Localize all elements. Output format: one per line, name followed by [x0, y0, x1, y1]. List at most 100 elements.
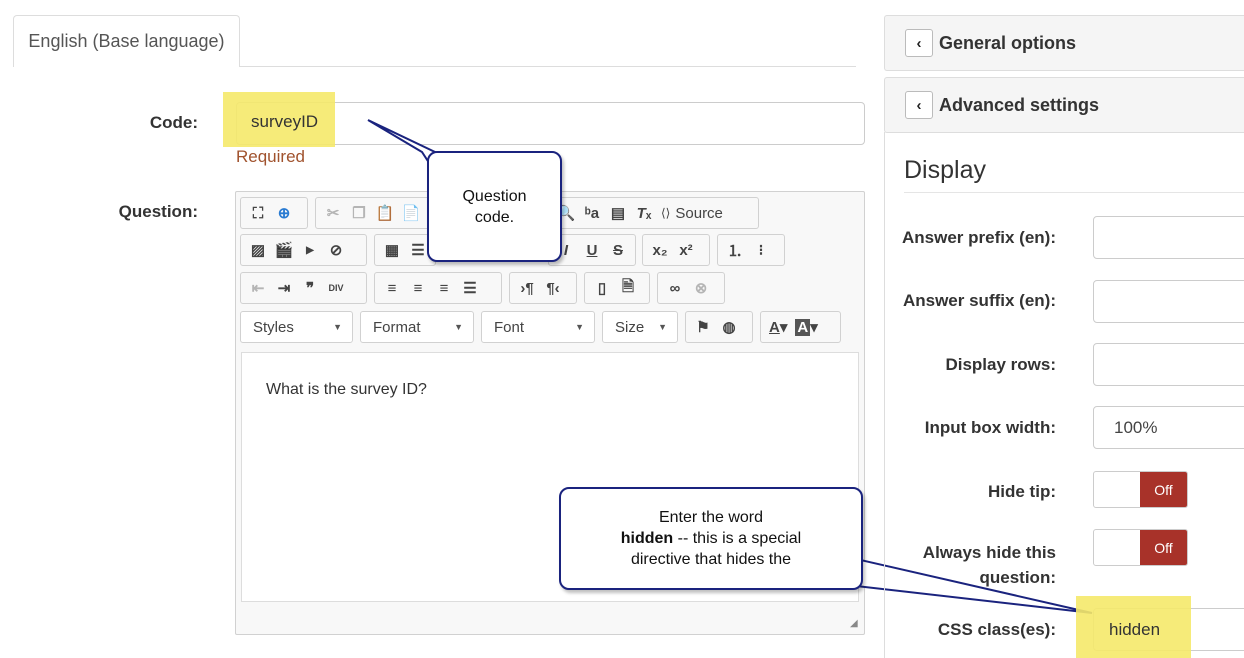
paste-icon[interactable]: 📋 — [372, 200, 398, 226]
align-left-icon[interactable]: ≡ — [379, 275, 405, 301]
display-heading: Display — [904, 156, 986, 184]
video-icon[interactable]: 🎬 — [271, 237, 297, 263]
callout-line: hidden -- this is a special — [561, 528, 861, 549]
paste-text-icon[interactable]: 📄 — [398, 200, 424, 226]
answer-suffix-label: Answer suffix (en): — [902, 291, 1056, 310]
question-text: What is the survey ID? — [266, 381, 427, 398]
document-icon[interactable]: 🗎 — [615, 275, 641, 301]
hide-tip-state: Off — [1140, 472, 1187, 507]
styles-label: Styles — [253, 318, 294, 336]
maximize-icon[interactable]: ⛶ — [245, 200, 271, 226]
callout-line: directive that hides the — [630, 551, 792, 568]
toolbar-group-view: ⛶ ⊕ — [240, 197, 308, 229]
copy-icon[interactable]: ❐ — [346, 200, 372, 226]
font-label: Font — [494, 318, 525, 336]
templates-icon[interactable]: ▯ — [589, 275, 615, 301]
ltr-icon[interactable]: ›¶ — [514, 275, 540, 301]
align-center-icon[interactable]: ≡ — [405, 275, 431, 301]
globe-icon[interactable]: ◍ — [716, 314, 742, 340]
flash-icon[interactable]: ⊘ — [323, 237, 349, 263]
table-icon[interactable]: ▦ — [379, 237, 405, 263]
hide-tip-toggle[interactable]: Off — [1093, 471, 1188, 508]
tab-english-base-language[interactable]: English (Base language) — [13, 15, 240, 67]
answer-prefix-input[interactable] — [1093, 216, 1244, 259]
div-container-icon[interactable]: DIV — [323, 275, 349, 301]
unlink-icon[interactable]: ⊗ — [688, 275, 714, 301]
underline-icon[interactable]: U — [579, 237, 605, 263]
font-dropdown[interactable]: Font ▼ — [481, 311, 595, 343]
toolbar-group-tools: 🔍 ᵇa ▤ Tₓ ⟨⟩ Source — [548, 197, 759, 229]
callout-line: Enter the word — [658, 509, 764, 526]
numbered-list-icon[interactable]: ⒈ — [722, 237, 748, 263]
source-icon: ⟨⟩ — [661, 206, 671, 220]
advanced-settings-panel[interactable]: ‹ Advanced settings — [884, 77, 1244, 133]
image-icon[interactable]: ▨ — [245, 237, 271, 263]
justify-icon[interactable]: ☰ — [457, 275, 483, 301]
outdent-icon[interactable]: ⇤ — [245, 275, 271, 301]
subscript-icon[interactable]: x₂ — [647, 237, 673, 263]
display-rows-label: Display rows: — [945, 355, 1056, 374]
styles-dropdown[interactable]: Styles ▼ — [240, 311, 353, 343]
strikethrough-icon[interactable]: S — [605, 237, 631, 263]
blockquote-icon[interactable]: ❞ — [297, 275, 323, 301]
toolbar-group-align: ≡ ≡ ≡ ☰ — [374, 272, 502, 304]
superscript-icon[interactable]: x² — [673, 237, 699, 263]
css-class-label: CSS class(es): — [937, 620, 1056, 639]
bulleted-list-icon[interactable]: ⁝ — [748, 237, 774, 263]
code-label: Code: — [149, 113, 198, 132]
toolbar-group-direction: ›¶ ¶‹ — [509, 272, 577, 304]
toolbar-group-colors: A ▾ A ▾ — [760, 311, 841, 343]
chevron-down-icon: ▼ — [454, 322, 463, 332]
answer-suffix-input[interactable] — [1093, 280, 1244, 323]
input-box-width-value: 100% — [1114, 418, 1158, 437]
toolbar-group-templates: ▯ 🗎 — [584, 272, 650, 304]
input-box-width-label: Input box width: — [924, 418, 1056, 437]
size-dropdown[interactable]: Size ▼ — [602, 311, 678, 343]
display-rows-input[interactable] — [1093, 343, 1244, 386]
general-options-title: General options — [939, 32, 1077, 53]
toolbar-group-insert-media: ▨ 🎬 ▶ ⊘ — [240, 234, 367, 266]
select-all-icon[interactable]: ▤ — [605, 200, 631, 226]
callout-bold-word: hidden — [620, 530, 674, 547]
chevron-down-icon: ▼ — [658, 322, 667, 332]
chevron-down-icon: ▼ — [575, 322, 584, 332]
chevron-left-icon[interactable]: ‹ — [905, 29, 933, 57]
always-hide-state: Off — [1140, 530, 1187, 565]
indent-icon[interactable]: ⇥ — [271, 275, 297, 301]
flag-icon[interactable]: ⚑ — [690, 314, 716, 340]
source-button[interactable]: ⟨⟩ Source — [657, 200, 727, 226]
cut-icon[interactable]: ✂ — [320, 200, 346, 226]
callout-line: code. — [474, 208, 515, 226]
question-label: Question: — [118, 202, 198, 221]
youtube-icon[interactable]: ▶ — [297, 237, 323, 263]
hide-tip-label: Hide tip: — [988, 482, 1056, 501]
remove-format-icon[interactable]: Tₓ — [631, 200, 657, 226]
toolbar-group-scripts: x₂ x² — [642, 234, 710, 266]
format-dropdown[interactable]: Format ▼ — [360, 311, 474, 343]
background-color-icon[interactable]: A ▾ — [791, 314, 821, 340]
display-divider — [904, 192, 1244, 193]
callout-line-rest: -- this is a special — [673, 530, 802, 547]
css-class-value: hidden — [1109, 620, 1161, 639]
add-icon[interactable]: ⊕ — [271, 200, 297, 226]
code-input-value: surveyID — [251, 112, 319, 131]
callout-question-code: Question code. — [427, 151, 562, 262]
callout-hidden-directive: Enter the word hidden -- this is a speci… — [559, 487, 863, 590]
toolbar-group-clipboard: ✂ ❐ 📋 📄 — [315, 197, 440, 229]
general-options-panel[interactable]: ‹ General options — [884, 15, 1244, 71]
answer-prefix-label: Answer prefix (en): — [902, 228, 1056, 247]
callout-line: Question — [462, 187, 527, 205]
always-hide-toggle[interactable]: Off — [1093, 529, 1188, 566]
replace-icon[interactable]: ᵇa — [579, 200, 605, 226]
format-label: Format — [373, 318, 421, 336]
link-icon[interactable]: ∞ — [662, 275, 688, 301]
rtl-icon[interactable]: ¶‹ — [540, 275, 566, 301]
chevron-left-icon[interactable]: ‹ — [905, 91, 933, 119]
always-hide-label: Always hide this question: — [896, 540, 1056, 590]
always-hide-label-line2: question: — [979, 568, 1057, 587]
align-right-icon[interactable]: ≡ — [431, 275, 457, 301]
text-color-icon[interactable]: A ▾ — [765, 314, 791, 340]
chevron-down-icon: ▼ — [333, 322, 342, 332]
toolbar-group-lists: ⒈ ⁝ — [717, 234, 785, 266]
toolbar-group-links: ∞ ⊗ — [657, 272, 725, 304]
